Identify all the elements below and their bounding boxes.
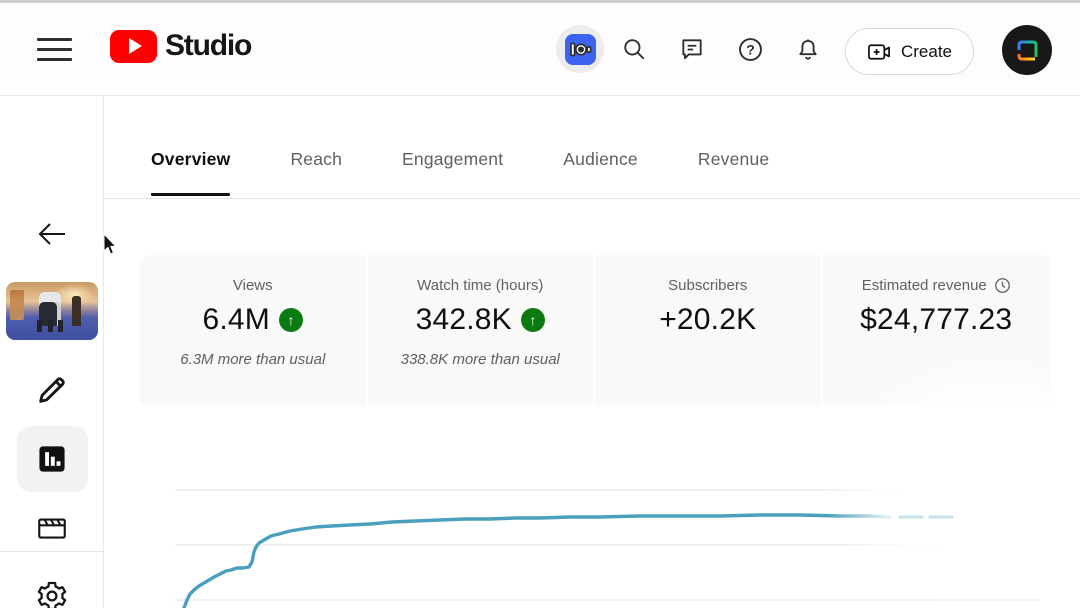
search-icon: [621, 36, 647, 62]
thumbnail-robot-legs: [37, 320, 63, 332]
message-icon: [679, 36, 705, 62]
metric-card-estimated-revenue[interactable]: Estimated revenue $24,777.23: [823, 255, 1051, 405]
help-icon: ?: [737, 36, 764, 63]
svg-text:?: ?: [746, 41, 755, 57]
key-metrics-strip: Views 6.4M ↑ 6.3M more than usual Watch …: [140, 255, 1050, 405]
youtube-studio-logo[interactable]: Studio: [110, 29, 251, 63]
tab-overview[interactable]: Overview: [151, 120, 230, 198]
youtube-play-icon: [110, 30, 157, 63]
studio-wordmark: Studio: [165, 29, 251, 63]
trend-up-icon: ↑: [279, 308, 303, 332]
gear-icon: [35, 579, 69, 608]
metric-label: Estimated revenue: [862, 277, 987, 294]
hamburger-menu-icon[interactable]: [37, 38, 72, 64]
sidebar-item-details[interactable]: [0, 372, 104, 408]
clock-icon: [994, 277, 1011, 294]
tab-revenue[interactable]: Revenue: [698, 120, 769, 198]
metric-note: 338.8K more than usual: [401, 351, 560, 368]
thumbnail-structure: [10, 290, 24, 320]
metric-card-views[interactable]: Views 6.4M ↑ 6.3M more than usual: [140, 255, 368, 405]
analytics-tabs: Overview Reach Engagement Audience Reven…: [104, 120, 1080, 199]
tab-audience[interactable]: Audience: [563, 120, 638, 198]
create-button[interactable]: Create: [845, 28, 974, 75]
back-arrow-icon: [36, 221, 68, 247]
metric-note: 6.3M more than usual: [180, 351, 325, 368]
metric-label: Views: [233, 277, 273, 294]
channel-logo-icon: [1002, 25, 1052, 75]
video-thumbnail[interactable]: [6, 282, 98, 340]
metric-card-subscribers[interactable]: Subscribers +20.2K: [595, 255, 823, 405]
notifications-button[interactable]: [784, 25, 832, 73]
create-button-label: Create: [901, 42, 952, 62]
metric-value: 6.4M: [203, 303, 271, 337]
trend-up-icon: ↑: [521, 308, 545, 332]
channel-avatar[interactable]: [1002, 25, 1052, 75]
sidebar-item-analytics[interactable]: [0, 441, 104, 477]
clapperboard-icon: [35, 513, 69, 543]
analytics-icon: [36, 443, 68, 475]
metric-label: Watch time (hours): [417, 277, 543, 294]
pencil-icon: [35, 373, 69, 407]
sidebar-item-editor[interactable]: [0, 510, 104, 546]
metric-value: 342.8K: [416, 303, 512, 337]
chart-line-faint-segments: [880, 505, 970, 530]
search-button[interactable]: [610, 25, 658, 73]
back-button[interactable]: [0, 214, 104, 254]
thumbnail-person: [72, 296, 81, 326]
help-button[interactable]: ?: [726, 25, 774, 73]
metric-value: +20.2K: [659, 303, 756, 337]
app-header: Studio: [0, 3, 1080, 96]
vidiq-icon: [565, 34, 596, 65]
mouse-cursor: [103, 234, 119, 256]
sidebar-item-settings[interactable]: [0, 578, 104, 608]
tab-engagement[interactable]: Engagement: [402, 120, 503, 198]
youtube-studio-analytics-page: Studio: [0, 0, 1080, 608]
feedback-message-button[interactable]: [668, 25, 716, 73]
tab-reach[interactable]: Reach: [290, 120, 342, 198]
metric-value: $24,777.23: [860, 303, 1012, 337]
metric-card-watch-time[interactable]: Watch time (hours) 342.8K ↑ 338.8K more …: [368, 255, 596, 405]
metric-label: Subscribers: [668, 277, 747, 294]
sidebar: [0, 96, 104, 608]
bell-icon: [795, 36, 821, 62]
create-video-icon: [867, 41, 892, 63]
sidebar-divider: [0, 551, 104, 552]
vidiq-extension-button[interactable]: [556, 25, 604, 73]
